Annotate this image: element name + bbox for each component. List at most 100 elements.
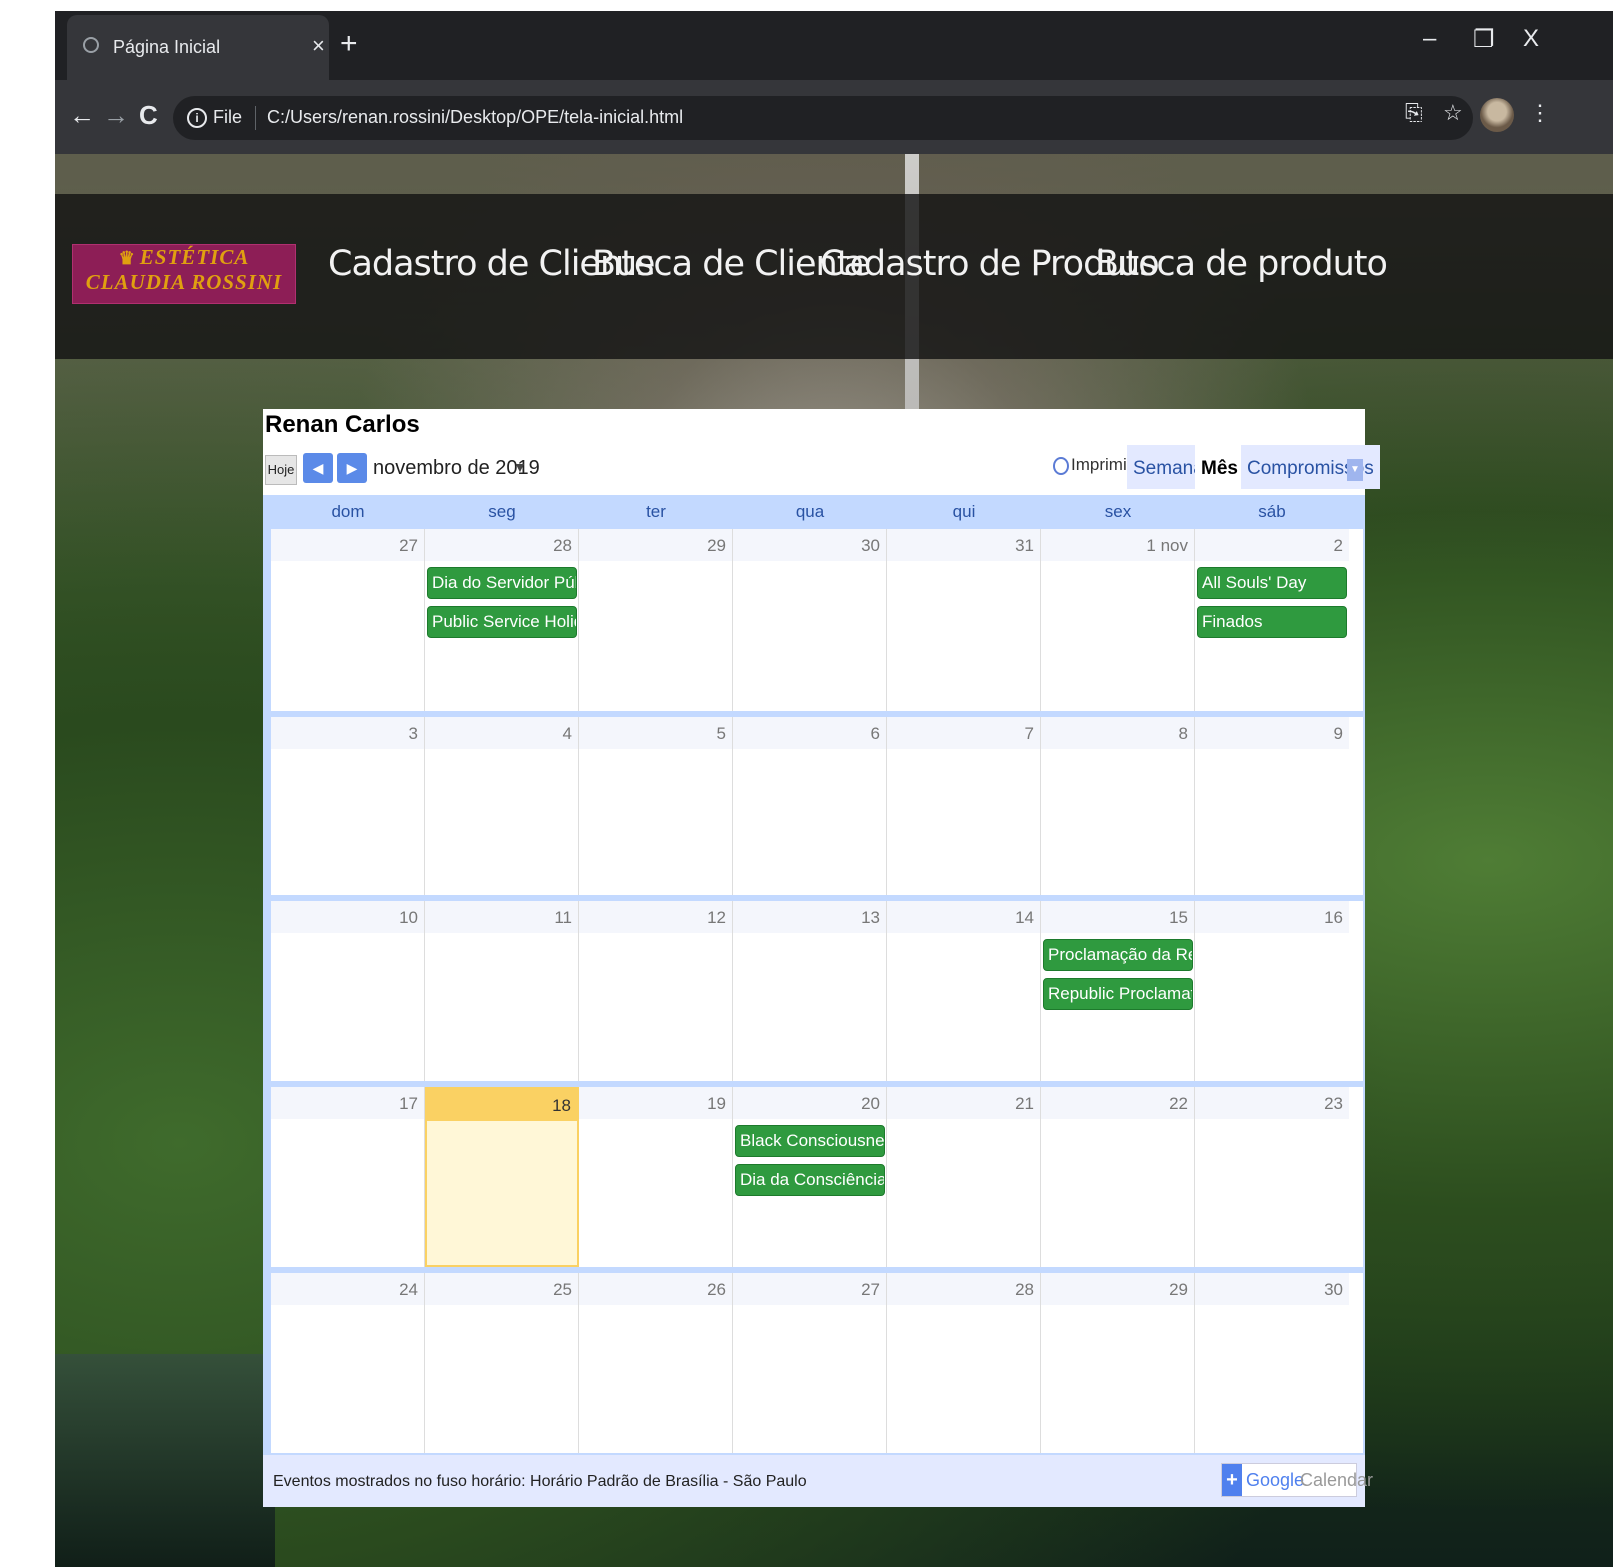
day-number[interactable]: 30 [1195, 1273, 1349, 1305]
day-cell[interactable]: 27 [271, 529, 425, 711]
day-number[interactable]: 28 [887, 1273, 1040, 1305]
day-cell[interactable]: 30 [733, 529, 887, 711]
restore-button[interactable]: ❐ [1473, 25, 1495, 54]
day-cell[interactable]: 22 [1041, 1087, 1195, 1267]
day-cell[interactable]: 6 [733, 717, 887, 895]
day-number[interactable]: 29 [1041, 1273, 1194, 1305]
day-number[interactable]: 18 [427, 1089, 577, 1121]
day-cell[interactable]: 1 nov [1041, 529, 1195, 711]
day-number[interactable]: 4 [425, 717, 578, 749]
day-cell[interactable]: 12 [579, 901, 733, 1081]
day-number[interactable]: 20 [733, 1087, 886, 1119]
day-number[interactable]: 10 [271, 901, 424, 933]
day-cell[interactable]: 19 [579, 1087, 733, 1267]
translate-icon[interactable]: ⎘ [1405, 100, 1423, 126]
day-cell[interactable]: 20 Black Consciousness Day Dia da Consciên… [733, 1087, 887, 1267]
day-cell[interactable]: 11 [425, 901, 579, 1081]
today-button[interactable]: Hoje [265, 455, 297, 485]
day-number[interactable]: 17 [271, 1087, 424, 1119]
day-cell[interactable]: 9 [1195, 717, 1349, 895]
profile-avatar[interactable] [1480, 98, 1514, 132]
day-cell[interactable]: 29 [1041, 1273, 1195, 1453]
day-number[interactable]: 15 [1041, 901, 1194, 933]
day-cell[interactable]: 29 [579, 529, 733, 711]
site-logo[interactable]: ♛ ESTÉTICA CLAUDIA ROSSINI [72, 244, 296, 304]
url-text[interactable]: C:/Users/renan.rossini/Desktop/OPE/tela-… [267, 107, 683, 128]
day-number[interactable]: 31 [887, 529, 1040, 561]
day-number[interactable]: 11 [425, 901, 578, 933]
day-number[interactable]: 23 [1195, 1087, 1349, 1119]
calendar-event[interactable]: Black Consciousness Day [735, 1125, 885, 1157]
new-tab-button[interactable]: + [340, 27, 358, 61]
day-number[interactable]: 16 [1195, 901, 1349, 933]
bookmark-star-icon[interactable]: ☆ [1443, 100, 1463, 126]
calendar-event[interactable]: All Souls' Day [1197, 567, 1347, 599]
day-number[interactable]: 12 [579, 901, 732, 933]
day-cell[interactable]: 30 [1195, 1273, 1349, 1453]
day-number[interactable]: 8 [1041, 717, 1194, 749]
day-cell[interactable]: 10 [271, 901, 425, 1081]
calendar-event[interactable]: Dia do Servidor Público [427, 567, 577, 599]
day-number[interactable]: 26 [579, 1273, 732, 1305]
day-cell[interactable]: 14 [887, 901, 1041, 1081]
day-number[interactable]: 7 [887, 717, 1040, 749]
day-number[interactable]: 3 [271, 717, 424, 749]
day-number[interactable]: 6 [733, 717, 886, 749]
day-cell-today[interactable]: 18 [425, 1087, 579, 1267]
day-cell[interactable]: 15 Proclamação da República Republic Procl… [1041, 901, 1195, 1081]
google-calendar-badge[interactable]: + Google Calendar [1221, 1463, 1373, 1497]
browser-tab[interactable]: Página Inicial × [67, 15, 329, 80]
day-cell[interactable]: 26 [579, 1273, 733, 1453]
day-cell[interactable]: 16 [1195, 901, 1349, 1081]
calendar-event[interactable]: Dia da Consciência Negra [735, 1164, 885, 1196]
reload-button[interactable]: C [139, 100, 158, 131]
day-number[interactable]: 24 [271, 1273, 424, 1305]
day-number[interactable]: 22 [1041, 1087, 1194, 1119]
day-number[interactable]: 14 [887, 901, 1040, 933]
calendar-event[interactable]: Finados [1197, 606, 1347, 638]
day-cell[interactable]: 8 [1041, 717, 1195, 895]
day-number[interactable]: 1 nov [1041, 529, 1194, 561]
day-cell[interactable]: 28 Dia do Servidor Público Public Service … [425, 529, 579, 711]
day-cell[interactable]: 21 [887, 1087, 1041, 1267]
day-number[interactable]: 29 [579, 529, 732, 561]
day-cell[interactable]: 4 [425, 717, 579, 895]
tab-month[interactable]: Mês [1195, 445, 1244, 489]
view-dropdown-icon[interactable]: ▼ [1347, 459, 1363, 481]
day-cell[interactable]: 27 [733, 1273, 887, 1453]
day-cell[interactable]: 24 [271, 1273, 425, 1453]
month-dropdown-icon[interactable]: ▼ [513, 459, 527, 475]
tab-close-icon[interactable]: × [312, 33, 325, 59]
day-number[interactable]: 28 [425, 529, 578, 561]
forward-button[interactable]: → [103, 100, 129, 131]
day-number[interactable]: 30 [733, 529, 886, 561]
browser-menu-icon[interactable]: ⋮ [1529, 100, 1551, 126]
day-number[interactable]: 25 [425, 1273, 578, 1305]
day-number[interactable]: 13 [733, 901, 886, 933]
site-info-icon[interactable]: i [187, 108, 207, 128]
day-cell[interactable]: 25 [425, 1273, 579, 1453]
day-cell[interactable]: 23 [1195, 1087, 1349, 1267]
day-cell[interactable]: 2 All Souls' Day Finados [1195, 529, 1349, 711]
day-cell[interactable]: 28 [887, 1273, 1041, 1453]
day-number[interactable]: 2 [1195, 529, 1349, 561]
calendar-event[interactable]: Public Service Holiday [427, 606, 577, 638]
day-cell[interactable]: 7 [887, 717, 1041, 895]
day-cell[interactable]: 17 [271, 1087, 425, 1267]
day-number[interactable]: 27 [733, 1273, 886, 1305]
day-cell[interactable]: 31 [887, 529, 1041, 711]
calendar-event[interactable]: Republic Proclamation Day [1043, 978, 1193, 1010]
close-window-button[interactable]: X [1523, 25, 1539, 53]
print-button[interactable]: Imprimir [1053, 455, 1132, 475]
day-number[interactable]: 27 [271, 529, 424, 561]
day-cell[interactable]: 3 [271, 717, 425, 895]
back-button[interactable]: ← [69, 100, 95, 131]
next-month-button[interactable]: ▶ [337, 453, 367, 483]
address-bar[interactable]: i File C:/Users/renan.rossini/Desktop/OP… [173, 96, 1473, 140]
day-number[interactable]: 9 [1195, 717, 1349, 749]
calendar-event[interactable]: Proclamação da República [1043, 939, 1193, 971]
day-number[interactable]: 19 [579, 1087, 732, 1119]
day-number[interactable]: 5 [579, 717, 732, 749]
minimize-button[interactable]: – [1423, 25, 1436, 53]
nav-busca-produto[interactable]: Busca de produto [1095, 244, 1388, 284]
